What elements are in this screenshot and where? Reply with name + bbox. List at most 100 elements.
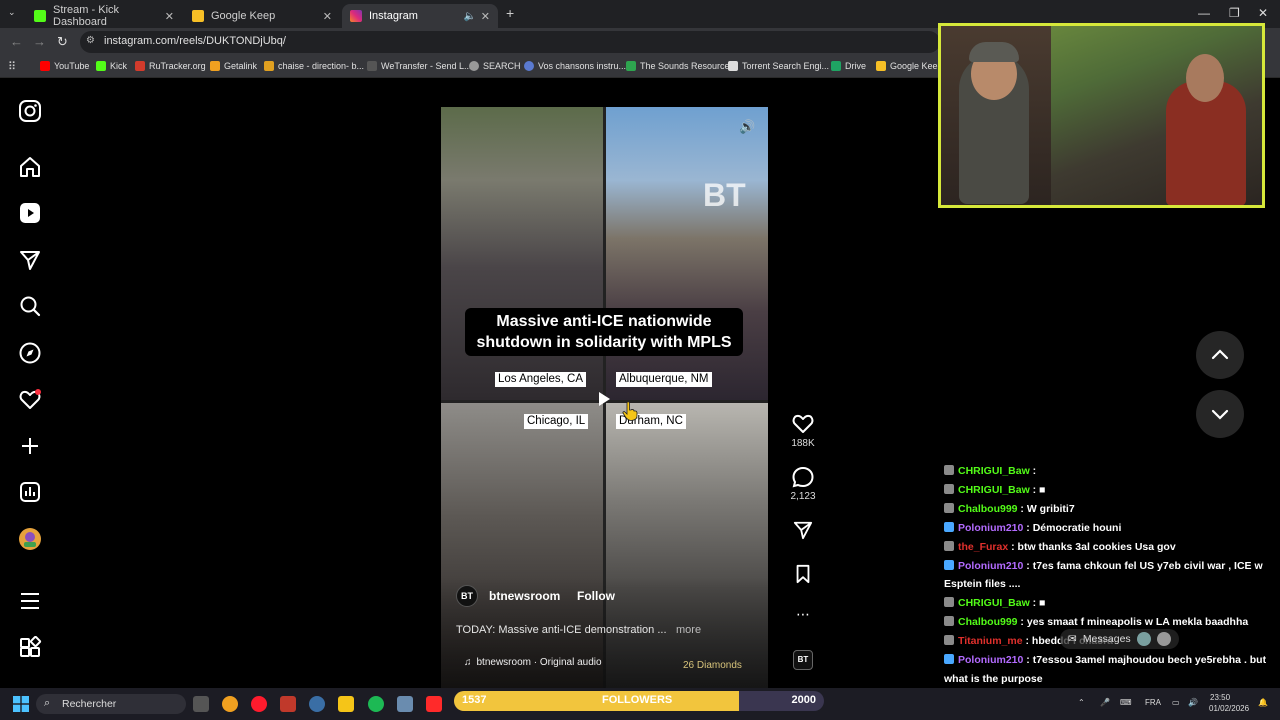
bookmark-sounds-resource[interactable]: The Sounds Resource — [626, 61, 730, 71]
search-icon[interactable] — [18, 294, 42, 318]
bookmark-getalink[interactable]: Getalink — [210, 61, 257, 71]
bookmark-rutracker[interactable]: RuTracker.org — [135, 61, 206, 71]
chat-username[interactable]: CHRIGUI_Baw — [958, 597, 1030, 609]
obs-icon[interactable] — [309, 696, 325, 712]
chat-message: Chalbou999 : W gribiti7 — [944, 500, 1280, 519]
close-window-icon[interactable]: ✕ — [1258, 6, 1268, 20]
explore-icon[interactable] — [18, 341, 42, 365]
wetransfer-icon — [367, 61, 377, 71]
minimize-icon[interactable]: — — [1198, 6, 1210, 20]
windows-start-icon[interactable] — [13, 696, 29, 712]
chat-message: CHRIGUI_Baw : ■ — [944, 481, 1280, 500]
microphone-icon[interactable]: 🎤 — [1100, 698, 1110, 707]
account-avatar[interactable]: BT — [456, 585, 478, 607]
city-label: Los Angeles, CA — [495, 372, 587, 387]
live-app-icon[interactable] — [426, 696, 442, 712]
network-icon[interactable]: ▭ — [1172, 698, 1180, 707]
more-link[interactable]: more — [676, 624, 701, 636]
chat-message: Esptein files .... — [944, 575, 1280, 594]
instagram-logo-icon[interactable] — [18, 99, 42, 123]
chat-username[interactable]: Polonium210 — [958, 522, 1023, 534]
restore-icon[interactable]: ❐ — [1229, 6, 1240, 20]
close-tab-icon[interactable]: ✕ — [165, 10, 174, 23]
next-reel-button[interactable] — [1196, 390, 1244, 438]
video-quad-albuquerque — [606, 107, 768, 400]
tab-kick-dashboard[interactable]: Stream - Kick Dashboard ✕ — [26, 4, 182, 28]
apps-grid-icon[interactable]: ⠿ — [8, 60, 16, 73]
reels-icon[interactable] — [18, 201, 42, 225]
chat-username[interactable]: Polonium210 — [958, 654, 1023, 666]
bookmark-search[interactable]: SEARCH — [469, 61, 521, 71]
tab-google-keep[interactable]: Google Keep ✕ — [184, 4, 340, 28]
photos-icon[interactable] — [397, 696, 413, 712]
messages-icon[interactable] — [18, 248, 42, 272]
app-icon[interactable] — [280, 696, 296, 712]
hand-cursor-icon — [622, 401, 638, 421]
follow-button[interactable]: Follow — [577, 589, 615, 603]
followers-progress-fill — [454, 691, 739, 711]
chat-username[interactable]: the_Furax — [958, 541, 1008, 553]
opera-icon[interactable] — [251, 696, 267, 712]
comment-icon[interactable] — [790, 466, 816, 488]
user-badge-icon — [944, 483, 954, 494]
chat-username[interactable]: Titanium_me — [958, 635, 1023, 647]
bookmark-chansons[interactable]: Vos chansons instru... — [524, 61, 626, 71]
task-view-icon[interactable] — [193, 696, 209, 712]
messages-pill[interactable]: ✉ Messages — [1060, 629, 1179, 649]
tab-search-icon[interactable]: ⌄ — [8, 7, 16, 18]
reload-icon[interactable]: ↻ — [57, 34, 68, 50]
bookmark-youtube[interactable]: YouTube — [40, 61, 89, 71]
tray-chevron-icon[interactable]: ⌃ — [1078, 698, 1085, 707]
audio-thumbnail[interactable]: BT — [793, 650, 813, 670]
file-explorer-icon[interactable] — [338, 696, 354, 712]
bookmark-chaise[interactable]: chaise - direction- b... — [264, 61, 364, 71]
weather-icon[interactable] — [222, 696, 238, 712]
notifications-tray-icon[interactable]: 🔔 — [1258, 698, 1268, 707]
more-options-icon[interactable]: ⋯ — [790, 606, 816, 623]
new-tab-button[interactable]: + — [506, 5, 514, 21]
play-icon[interactable] — [595, 390, 613, 408]
bookmark-drive[interactable]: Drive — [831, 61, 866, 71]
profile-avatar[interactable] — [18, 527, 42, 551]
previous-reel-button[interactable] — [1196, 331, 1244, 379]
language-indicator[interactable]: FRA — [1145, 698, 1161, 707]
drive-icon — [831, 61, 841, 71]
save-icon[interactable] — [790, 564, 816, 584]
chat-username[interactable]: CHRIGUI_Baw — [958, 484, 1030, 496]
bookmark-torrent-search[interactable]: Torrent Search Engi... — [728, 61, 829, 71]
mute-tab-icon[interactable]: 🔈 — [464, 11, 476, 22]
notifications-icon[interactable] — [18, 387, 42, 411]
keyboard-icon[interactable]: ⌨ — [1120, 698, 1132, 707]
volume-tray-icon[interactable]: 🔊 — [1188, 698, 1198, 707]
create-icon[interactable] — [18, 434, 42, 458]
chat-username[interactable]: Chalbou999 — [958, 503, 1018, 515]
forward-icon[interactable]: → — [33, 34, 46, 49]
tab-instagram[interactable]: Instagram 🔈 ✕ — [342, 4, 498, 28]
close-tab-icon[interactable]: ✕ — [481, 10, 490, 23]
chat-username[interactable]: CHRIGUI_Baw — [958, 465, 1030, 477]
account-name[interactable]: btnewsroom — [489, 589, 560, 603]
clock-date[interactable]: 01/02/2026 — [1209, 704, 1249, 713]
contact-avatar — [1136, 632, 1151, 646]
chat-username[interactable]: Polonium210 — [958, 560, 1023, 572]
like-icon[interactable] — [790, 412, 816, 434]
audio-row[interactable]: ♫ btnewsroom · Original audio — [456, 654, 602, 670]
menu-icon[interactable] — [18, 589, 42, 613]
close-tab-icon[interactable]: ✕ — [323, 10, 332, 23]
taskbar-search[interactable]: ⌕ Rechercher — [36, 694, 186, 714]
spotify-icon[interactable] — [368, 696, 384, 712]
dashboard-icon[interactable] — [18, 480, 42, 504]
back-icon[interactable]: ← — [10, 34, 23, 49]
more-apps-icon[interactable] — [18, 636, 42, 660]
bookmark-wetransfer[interactable]: WeTransfer - Send L... — [367, 61, 472, 71]
bookmark-google-keep[interactable]: Google Keep — [876, 61, 943, 71]
url-text[interactable]: instagram.com/reels/DUKTONDjUbq/ — [104, 35, 286, 47]
chat-text: t7es fama chkoun fel US y7eb civil war ,… — [1032, 559, 1263, 572]
clock-time[interactable]: 23:50 — [1210, 693, 1230, 702]
home-icon[interactable] — [18, 155, 42, 179]
volume-icon[interactable]: 🔊 — [739, 119, 755, 135]
site-info-icon[interactable]: ⚙ — [86, 35, 95, 46]
share-icon[interactable] — [790, 520, 816, 540]
bookmark-kick[interactable]: Kick — [96, 61, 127, 71]
chat-username[interactable]: Chalbou999 — [958, 616, 1018, 628]
